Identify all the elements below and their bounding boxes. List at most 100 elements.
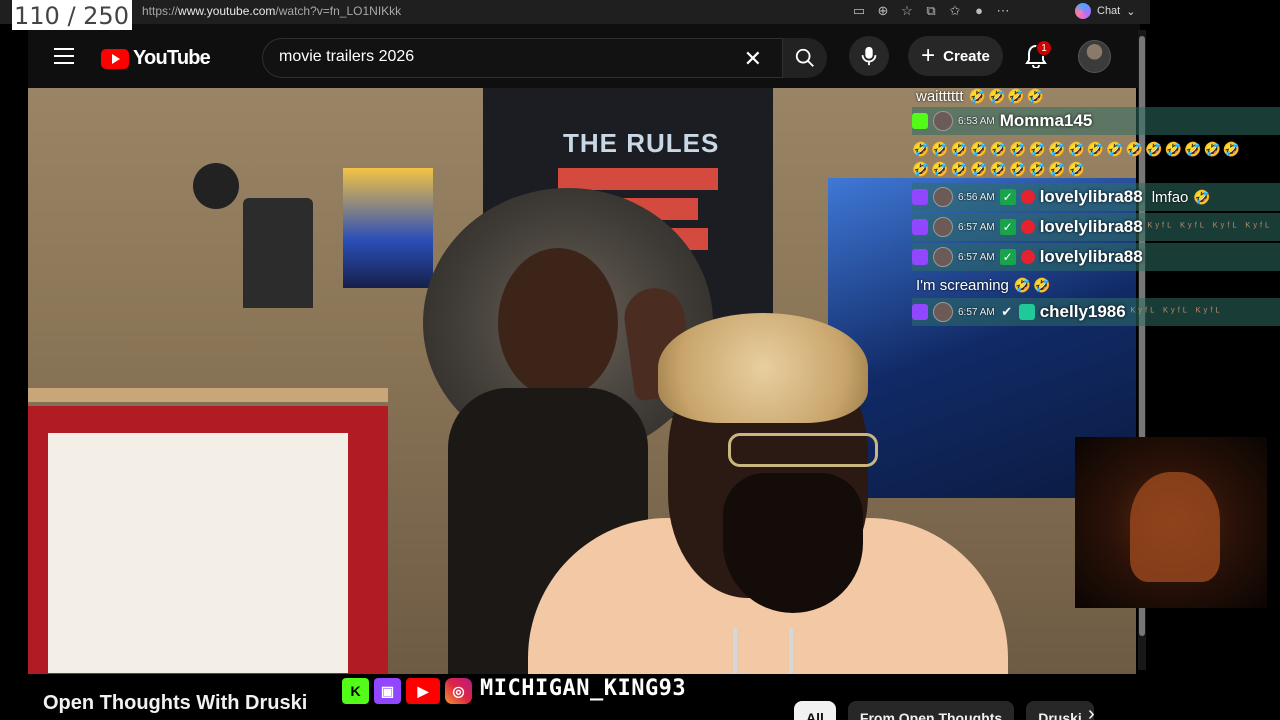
chat-message: 6:53 AM Momma145 — [912, 107, 1280, 135]
glasses — [728, 433, 878, 467]
user-avatar — [933, 187, 953, 207]
chat-message: 6:57 AM ✔ chelly1986 ᴷʸᶠᴸ ᴷʸᶠᴸ ᴷʸᶠᴸ — [912, 298, 1280, 326]
url-path: /watch?v=fn_LO1NIKkk — [275, 4, 402, 18]
microphone-icon — [861, 46, 877, 66]
search-box: ✕ — [262, 38, 783, 78]
chat-message: 6:57 AM ✓ lovelylibra88 — [912, 243, 1280, 271]
moderator-badge-icon: ✓ — [999, 219, 1016, 235]
user-avatar — [933, 217, 953, 237]
subscriber-badge-icon — [1020, 250, 1035, 264]
cubby-inner — [48, 433, 348, 673]
chevron-right-icon[interactable]: › — [1088, 703, 1095, 720]
chat-username: lovelylibra88 — [1039, 217, 1143, 236]
youtube-play-icon — [101, 48, 129, 69]
plus-icon: + — [921, 42, 936, 69]
logo-text: YouTube — [133, 47, 211, 69]
twitch-icon — [912, 219, 928, 235]
chat-timestamp: 6:53 AM — [958, 115, 995, 127]
chat-message-text: waitttttt — [916, 87, 964, 105]
emote-group: ᴷʸᶠᴸ ᴷʸᶠᴸ ᴷʸᶠᴸ ᴷʸᶠᴸ — [1147, 221, 1273, 233]
blonde-hair — [658, 313, 868, 423]
user-avatar — [933, 111, 953, 131]
search-input[interactable] — [279, 48, 719, 66]
chain-necklace — [733, 628, 793, 674]
extension-icon[interactable]: ⧉ — [924, 3, 938, 19]
streamer-silhouette — [1130, 472, 1220, 582]
stream-chat-overlay: waitttttt 🤣🤣🤣🤣 6:53 AM Momma145 🤣🤣🤣🤣🤣🤣🤣🤣… — [912, 82, 1280, 332]
search-icon — [795, 48, 814, 67]
url-bar[interactable]: https://www.youtube.com/watch?v=fn_LO1NI… — [142, 4, 401, 18]
subscriber-badge-icon — [1020, 190, 1035, 204]
shelf — [28, 388, 388, 402]
twitch-icon — [912, 189, 928, 205]
emote-group: 🤣🤣 — [1013, 276, 1053, 293]
chat-label: Chat — [1097, 5, 1121, 17]
moderator-badge-icon: ✓ — [999, 189, 1016, 205]
emote-group: ᴷʸᶠᴸ ᴷʸᶠᴸ ᴷʸᶠᴸ — [1130, 306, 1223, 318]
voice-search-button[interactable] — [849, 36, 889, 76]
youtube-logo[interactable]: YouTube — [101, 47, 211, 70]
profile-icon[interactable]: ● — [972, 3, 986, 19]
chat-timestamp: 6:56 AM — [958, 191, 995, 203]
chat-message: 6:57 AM ✓ lovelylibra88 ᴷʸᶠᴸ ᴷʸᶠᴸ ᴷʸᶠᴸ ᴷ… — [912, 213, 1280, 241]
emote-group: 🤣 — [1193, 188, 1213, 205]
related-filter-chips: All From Open Thoughts Druski — [794, 701, 1094, 720]
user-avatar — [933, 302, 953, 322]
chat-message: I'm screaming 🤣🤣 — [912, 271, 1053, 299]
twitch-icon: ▣ — [374, 678, 401, 704]
chevron-down-icon: ⌄ — [1126, 5, 1136, 18]
social-icons: K ▣ ▶ ◎ — [342, 678, 472, 704]
chat-message-text: I'm screaming — [916, 276, 1009, 294]
create-button[interactable]: + Create — [908, 36, 1003, 76]
person-face — [498, 248, 618, 398]
chip-from-open-thoughts[interactable]: From Open Thoughts — [847, 701, 1015, 720]
chat-timestamp: 6:57 AM — [958, 221, 995, 233]
video-title[interactable]: Open Thoughts With Druski — [43, 692, 307, 715]
subscriber-badge-icon — [1018, 304, 1035, 320]
favorites-icon[interactable]: ✩ — [948, 3, 962, 19]
streamer-webcam — [1075, 437, 1267, 608]
chat-emote-line: 🤣🤣🤣🤣🤣🤣🤣🤣🤣 — [912, 155, 1087, 183]
reader-mode-icon[interactable]: ▭ — [852, 3, 866, 19]
clear-search-icon[interactable]: ✕ — [744, 46, 762, 72]
more-options-icon[interactable]: ⋯ — [996, 3, 1010, 19]
twitch-icon — [912, 304, 928, 320]
kick-icon: K — [342, 678, 369, 704]
chat-username: chelly1986 — [1039, 302, 1126, 321]
verified-check-icon: ✔ — [1001, 304, 1013, 319]
notification-badge: 1 — [1036, 40, 1052, 56]
chip-all[interactable]: All — [794, 701, 836, 720]
hamburger-menu-icon[interactable] — [54, 48, 74, 64]
youtube-masthead: YouTube ✕ + Create 1 — [28, 24, 1140, 88]
browser-toolbar-icons: ▭ ⊕ ☆ ⧉ ✩ ● ⋯ — [852, 3, 1010, 19]
url-scheme: https:// — [142, 4, 179, 18]
user-avatar — [933, 247, 953, 267]
zoom-icon[interactable]: ⊕ — [876, 3, 890, 19]
frame-counter: 110 / 250 — [12, 0, 132, 30]
account-avatar[interactable] — [1078, 40, 1111, 73]
wall-poster — [343, 168, 433, 288]
create-label: Create — [943, 47, 990, 65]
kick-icon — [912, 113, 928, 129]
chat-username: lovelylibra88 — [1039, 247, 1143, 266]
instagram-icon: ◎ — [445, 678, 472, 704]
star-icon[interactable]: ☆ — [900, 3, 914, 19]
emote-group: 🤣🤣🤣🤣 — [968, 87, 1047, 104]
notifications-button[interactable]: 1 — [1016, 36, 1056, 76]
board-title: THE RULES — [563, 128, 720, 158]
browser-address-bar: https://www.youtube.com/watch?v=fn_LO1NI… — [0, 0, 1150, 24]
emote-group: 🤣🤣🤣🤣🤣🤣🤣🤣🤣 — [912, 160, 1087, 177]
copilot-chat-button[interactable]: Chat ⌄ — [1075, 3, 1135, 19]
search-button[interactable] — [783, 38, 827, 78]
beard — [723, 473, 863, 613]
chip-druski[interactable]: Druski — [1026, 701, 1094, 720]
chat-timestamp: 6:57 AM — [958, 251, 995, 263]
shelf-bottles — [243, 198, 313, 308]
moderator-badge-icon: ✓ — [999, 249, 1016, 265]
chat-message: waitttttt 🤣🤣🤣🤣 — [912, 82, 1046, 110]
chat-timestamp: 6:57 AM — [958, 306, 995, 318]
chat-username: lovelylibra88 — [1039, 187, 1143, 206]
subscriber-badge-icon — [1020, 220, 1035, 234]
youtube-icon: ▶ — [406, 678, 440, 704]
twitch-icon — [912, 249, 928, 265]
